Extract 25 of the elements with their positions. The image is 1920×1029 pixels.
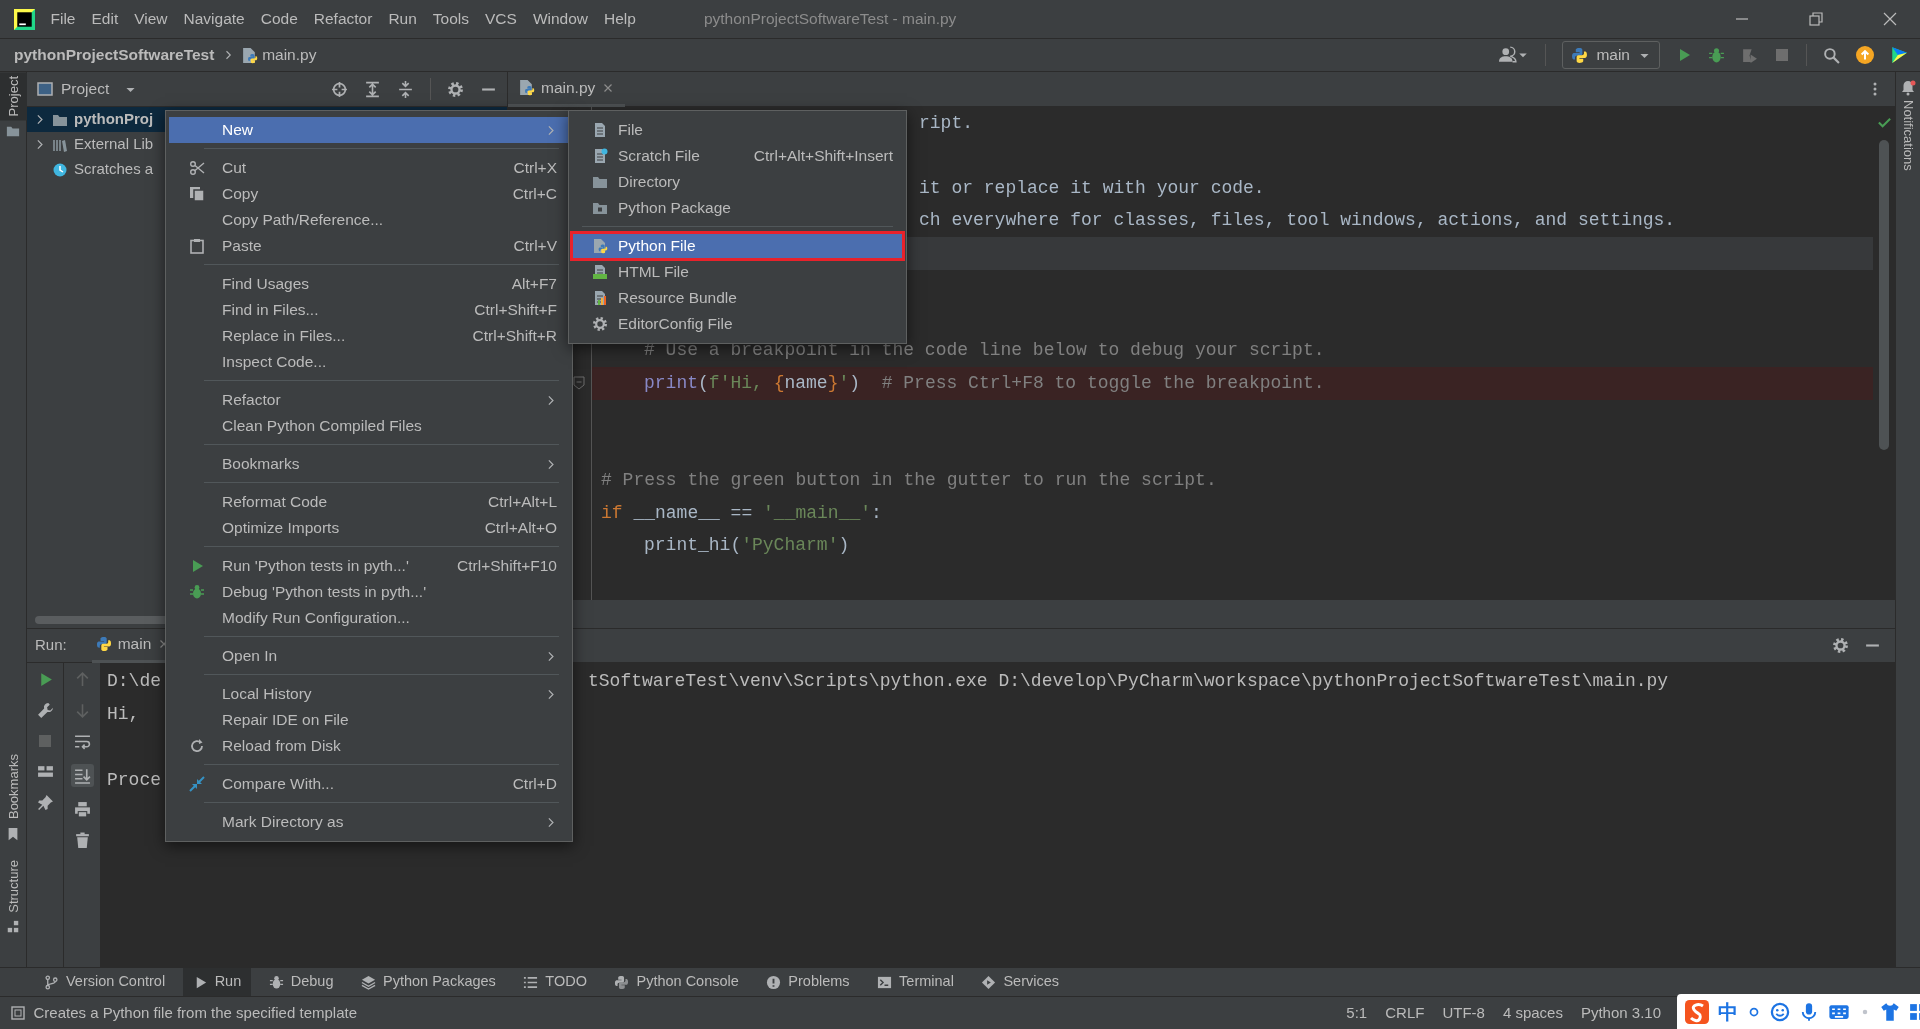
shortcut-text: Ctrl+Shift+R <box>472 326 557 347</box>
shortcut-text: Ctrl+D <box>512 774 557 795</box>
shortcut-text: Ctrl+Alt+Shift+Insert <box>753 146 893 167</box>
code-line: it or replace it with your code. <box>919 176 1265 200</box>
window-title: pythonProjectSoftwareTest - main.py <box>703 9 957 30</box>
console-text: Hi, <box>107 704 140 724</box>
code-line: ript. <box>919 111 973 135</box>
shortcut-text: Ctrl+Alt+O <box>484 518 557 539</box>
console-text: Proce <box>107 770 161 790</box>
code-line: print_hi('PyCharm') <box>644 534 850 558</box>
code-line: if __name__ == '__main__': <box>601 501 882 525</box>
panel-title: Run: <box>35 635 67 656</box>
shortcut-text: Ctrl+C <box>512 184 557 205</box>
shortcut-text: Ctrl+Shift+F <box>474 300 557 321</box>
status-message: Creates a Python file from the specified template <box>33 1002 357 1023</box>
shortcut-text: Ctrl+Shift+F10 <box>457 556 557 577</box>
shortcut-text: Ctrl+V <box>513 236 557 257</box>
shortcut-text: Alt+F7 <box>511 274 557 295</box>
code-line: ch everywhere for classes, files, tool windows, actions, and settings. <box>919 209 1676 233</box>
shortcut-text: Ctrl+Alt+L <box>488 492 557 513</box>
code-line: # Press the green button in the gutter to run the script. <box>601 469 1217 493</box>
shortcut-text: Ctrl+X <box>513 158 557 179</box>
console-text: D:\de <box>107 671 161 691</box>
code-line: print(f'Hi, {name}') # Press Ctrl+F8 to toggle the breakpoint. <box>644 371 1325 395</box>
console-text: tSoftwareTest\venv\Scripts\python.exe D:\develop\PyCharm\workspace\pythonProjectSoftwareTest\main.py <box>588 670 1669 693</box>
